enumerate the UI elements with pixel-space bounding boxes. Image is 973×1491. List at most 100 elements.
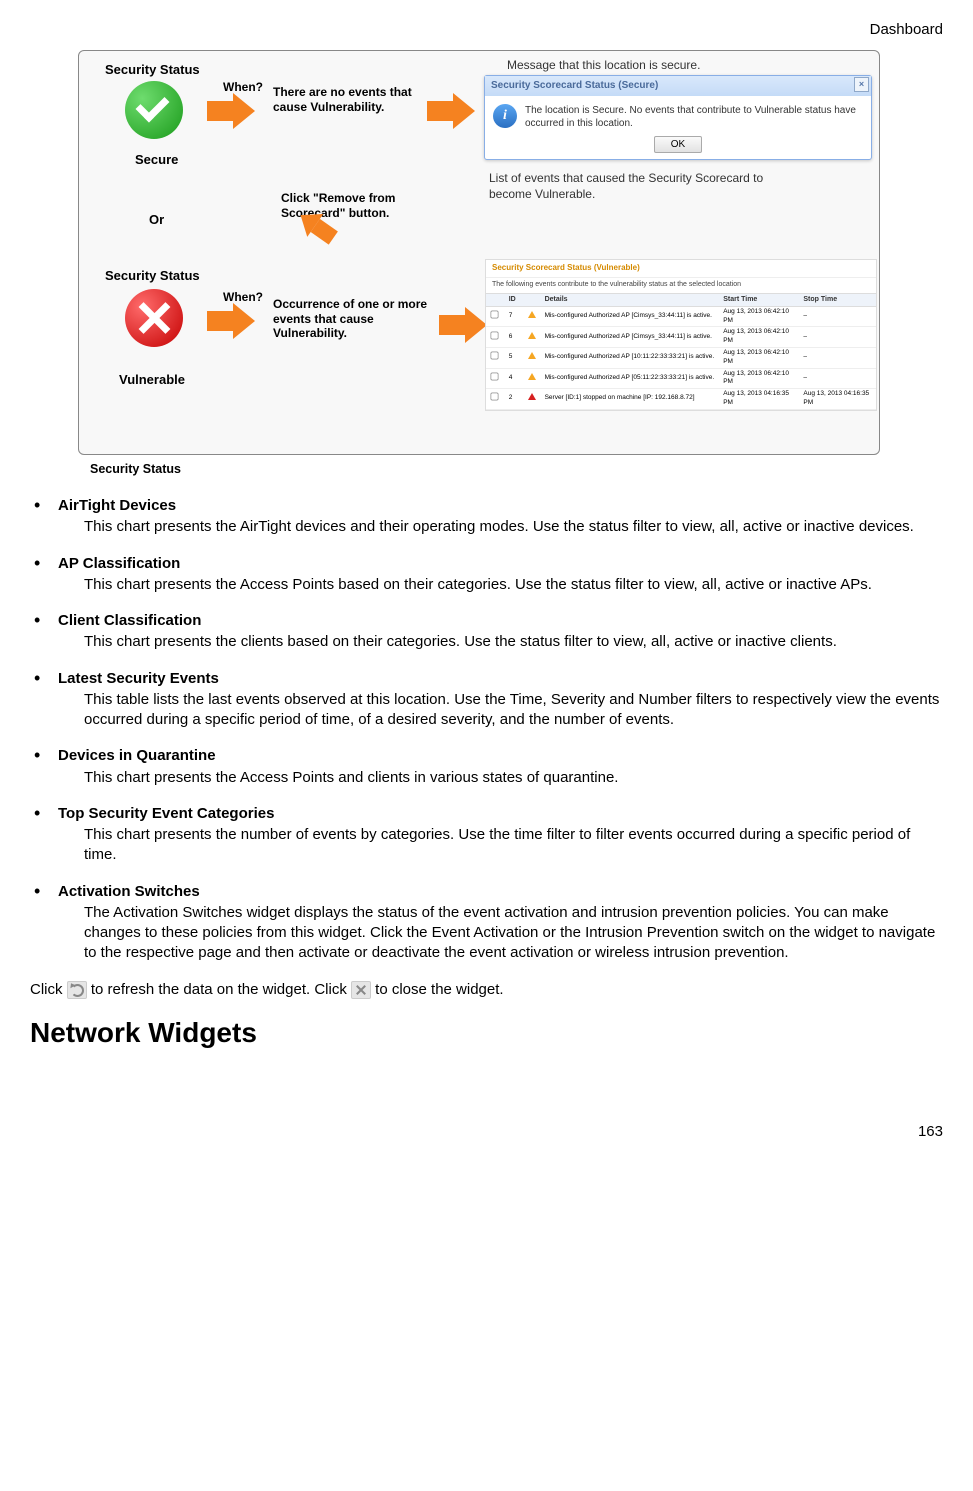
- arrow-head-icon: [453, 93, 475, 129]
- row-id: 2: [507, 393, 526, 404]
- arrow-head-icon: [465, 307, 487, 343]
- close-icon[interactable]: ×: [854, 77, 869, 92]
- table-row: 5Mis-configured Authorized AP [10:11:22:…: [486, 348, 876, 369]
- security-status-figure: Security Status Secure When? There are n…: [78, 50, 943, 478]
- secure-dialog: Security Scorecard Status (Secure) × i T…: [484, 75, 872, 160]
- row-start: Aug 13, 2013 06:42:10 PM: [721, 369, 801, 389]
- list-item: Top Security Event Categories This chart…: [30, 804, 943, 866]
- severity-icon: [528, 373, 536, 380]
- row-stop: Aug 13, 2013 04:16:35 PM: [801, 389, 876, 409]
- row-checkbox[interactable]: [491, 331, 499, 339]
- col-details: Details: [543, 294, 722, 305]
- row-id: 7: [507, 311, 526, 322]
- text: to close the widget.: [375, 981, 503, 998]
- arrow-icon: [207, 311, 233, 331]
- widget-list: AirTight Devices This chart presents the…: [30, 496, 943, 964]
- item-body: The Activation Switches widget displays …: [58, 903, 943, 964]
- item-body: This chart presents the clients based on…: [58, 632, 943, 652]
- row-start: Aug 13, 2013 06:42:10 PM: [721, 348, 801, 368]
- table-row: 4 Mis-configured Authorized AP [05:11:22:…: [486, 369, 876, 390]
- list-item: Devices in Quarantine This chart present…: [30, 746, 943, 788]
- dialog-title: Security Scorecard Status (Secure) ×: [485, 76, 871, 96]
- item-body: This chart presents the number of events…: [58, 825, 943, 866]
- item-title: Latest Security Events: [58, 670, 219, 687]
- label-or: Or: [149, 211, 164, 229]
- secure-check-icon: [125, 81, 183, 139]
- label-security-status-2: Security Status: [105, 267, 200, 285]
- vulnerable-x-icon: [125, 289, 183, 347]
- item-title: Activation Switches: [58, 883, 200, 900]
- row-details: Mis-configured Authorized AP [05:11:22:3…: [543, 373, 722, 384]
- item-title: AirTight Devices: [58, 497, 176, 514]
- label-occurrence: Occurrence of one or more events that ca…: [273, 297, 433, 340]
- row-stop: –: [801, 352, 876, 363]
- info-icon: i: [493, 104, 517, 128]
- list-item: Client Classification This chart present…: [30, 611, 943, 653]
- panel-subtitle: The following events contribute to the v…: [486, 278, 876, 293]
- row-checkbox[interactable]: [491, 352, 499, 360]
- label-no-events: There are no events that cause Vulnerabi…: [273, 85, 423, 114]
- row-id: 4: [507, 373, 526, 384]
- label-list-events: List of events that caused the Security …: [489, 171, 789, 202]
- row-stop: –: [801, 332, 876, 343]
- row-details: Mis-configured Authorized AP [10:11:22:3…: [543, 352, 722, 363]
- arrow-icon: [207, 101, 233, 121]
- arrow-diagonal-icon: [303, 217, 341, 254]
- row-start: Aug 13, 2013 04:16:35 PM: [721, 389, 801, 409]
- text: Click: [30, 981, 67, 998]
- row-stop: –: [801, 373, 876, 384]
- row-checkbox[interactable]: [491, 393, 499, 401]
- label-security-status-1: Security Status: [105, 61, 200, 79]
- vulnerable-events-panel: Security Scorecard Status (Vulnerable) T…: [485, 259, 877, 410]
- panel-table-header: ID Details Start Time Stop Time: [486, 293, 876, 306]
- severity-icon: [528, 352, 536, 359]
- arrow-head-icon: [233, 303, 255, 339]
- label-vulnerable: Vulnerable: [119, 371, 185, 389]
- panel-title: Security Scorecard Status (Vulnerable): [486, 260, 876, 278]
- row-details: Mis-configured Authorized AP [Cimsys_33:…: [543, 311, 722, 322]
- row-start: Aug 13, 2013 06:42:10 PM: [721, 327, 801, 347]
- list-item: AirTight Devices This chart presents the…: [30, 496, 943, 538]
- dialog-title-text: Security Scorecard Status (Secure): [491, 80, 658, 91]
- table-row: 6 Mis-configured Authorized AP [Cimsys_33…: [486, 327, 876, 348]
- item-title: AP Classification: [58, 555, 180, 572]
- label-message-secure: Message that this location is secure.: [507, 57, 700, 73]
- row-start: Aug 13, 2013 06:42:10 PM: [721, 307, 801, 327]
- label-secure: Secure: [135, 151, 178, 169]
- item-title: Devices in Quarantine: [58, 747, 216, 764]
- table-row: 7 Mis-configured Authorized AP [Cimsys_33…: [486, 307, 876, 328]
- figure-caption: Security Status: [90, 461, 943, 478]
- item-body: This table lists the last events observe…: [58, 690, 943, 731]
- row-checkbox[interactable]: [491, 372, 499, 380]
- arrow-icon: [427, 101, 453, 121]
- refresh-icon[interactable]: [67, 981, 87, 999]
- list-item: Activation Switches The Activation Switc…: [30, 882, 943, 964]
- closing-instructions: Click to refresh the data on the widget.…: [30, 980, 943, 1000]
- row-id: 6: [507, 332, 526, 343]
- section-heading-network-widgets: Network Widgets: [30, 1014, 943, 1052]
- list-item: Latest Security Events This table lists …: [30, 669, 943, 731]
- page-number: 163: [30, 1122, 943, 1142]
- row-details: Mis-configured Authorized AP [Cimsys_33:…: [543, 332, 722, 343]
- text: to refresh the data on the widget. Click: [91, 981, 351, 998]
- col-stop: Stop Time: [801, 294, 876, 305]
- list-item: AP Classification This chart presents th…: [30, 554, 943, 596]
- item-title: Client Classification: [58, 612, 201, 629]
- col-id: ID: [507, 294, 526, 305]
- item-body: This chart presents the Access Points ba…: [58, 575, 943, 595]
- row-checkbox[interactable]: [491, 311, 499, 319]
- arrow-head-icon: [233, 93, 255, 129]
- page-header-title: Dashboard: [30, 20, 943, 40]
- close-icon[interactable]: [351, 981, 371, 999]
- item-body: This chart presents the Access Points an…: [58, 768, 943, 788]
- col-start: Start Time: [721, 294, 801, 305]
- diagram-container: Security Status Secure When? There are n…: [78, 50, 880, 455]
- item-title: Top Security Event Categories: [58, 805, 274, 822]
- table-row: 2Server [ID:1] stopped on machine [IP: 1…: [486, 389, 876, 410]
- severity-icon: [528, 311, 536, 318]
- severity-icon: [528, 393, 536, 400]
- dialog-body-text: The location is Secure. No events that c…: [525, 104, 863, 130]
- row-stop: –: [801, 311, 876, 322]
- ok-button[interactable]: OK: [654, 136, 702, 154]
- item-body: This chart presents the AirTight devices…: [58, 517, 943, 537]
